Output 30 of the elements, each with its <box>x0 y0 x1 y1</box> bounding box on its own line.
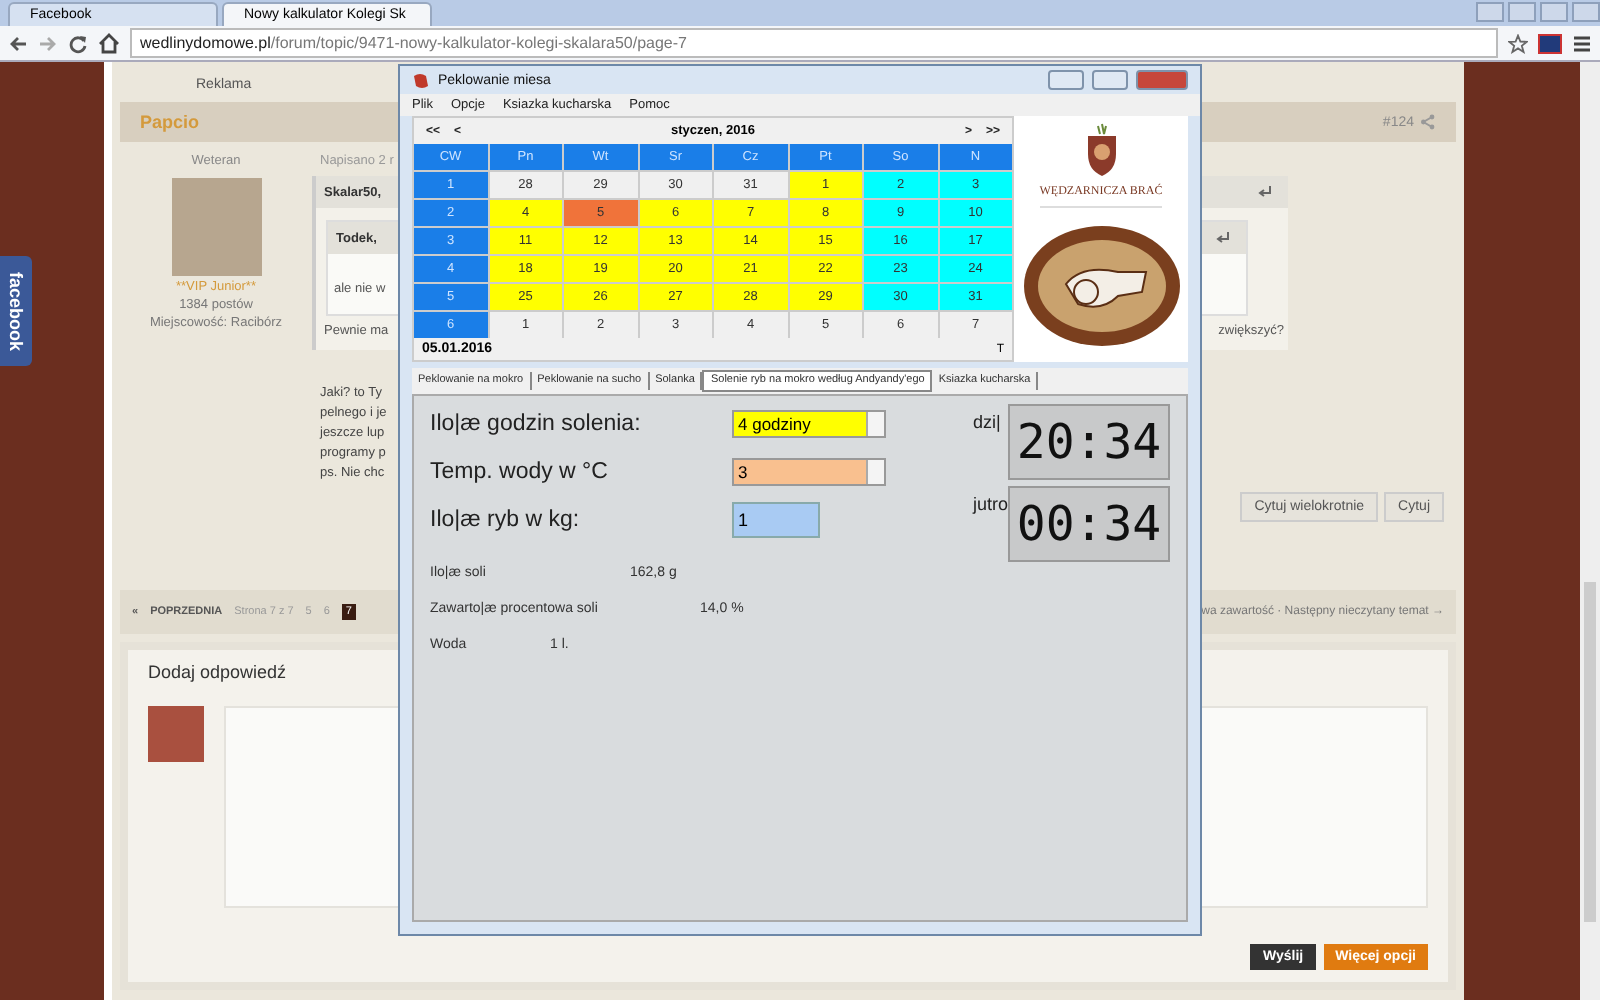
digital-clock: 00:34 <box>1008 486 1170 562</box>
field-label: Temp. wody w °C <box>430 460 610 484</box>
app-icon <box>412 71 430 89</box>
field-label: Ilo|æ godzin solenia: <box>430 412 643 436</box>
home-icon <box>98 32 120 54</box>
field-label: Ilo|æ ryb w kg: <box>430 508 582 532</box>
dropdown[interactable]: 4 godziny <box>732 410 886 438</box>
reply-arrow-icon <box>1216 232 1230 244</box>
extension-icon[interactable] <box>1538 33 1562 53</box>
maximize-button[interactable] <box>1092 70 1128 90</box>
digital-clock: 20:34 <box>1008 404 1170 480</box>
reply-title: Dodaj odpowiedź <box>148 662 289 682</box>
address-field[interactable]: wedlinydomowe.pl/forum/topic/9471-nowy-kalkulator-kolegi-skalara50/page-7 <box>130 28 1498 58</box>
avatar-picture <box>171 178 261 276</box>
close-button[interactable] <box>1136 70 1188 90</box>
reload-icon <box>68 33 88 53</box>
facebook-tab[interactable]: facebook <box>0 256 32 366</box>
dropdown[interactable]: 3 <box>732 458 886 486</box>
back-icon <box>8 33 28 53</box>
menu-icon <box>1572 33 1592 53</box>
minimize-button[interactable] <box>1048 70 1084 90</box>
share-icon <box>1420 114 1436 130</box>
clock-label: jutro <box>972 494 1008 514</box>
star-icon <box>1508 33 1528 53</box>
scrollbar[interactable] <box>1580 62 1600 1000</box>
reply-arrow-icon <box>1258 186 1272 198</box>
input-field[interactable]: 1 <box>732 502 820 538</box>
clock-label: dzi| <box>972 412 1001 432</box>
forward-icon <box>38 33 58 53</box>
avatar-picture <box>148 706 204 762</box>
